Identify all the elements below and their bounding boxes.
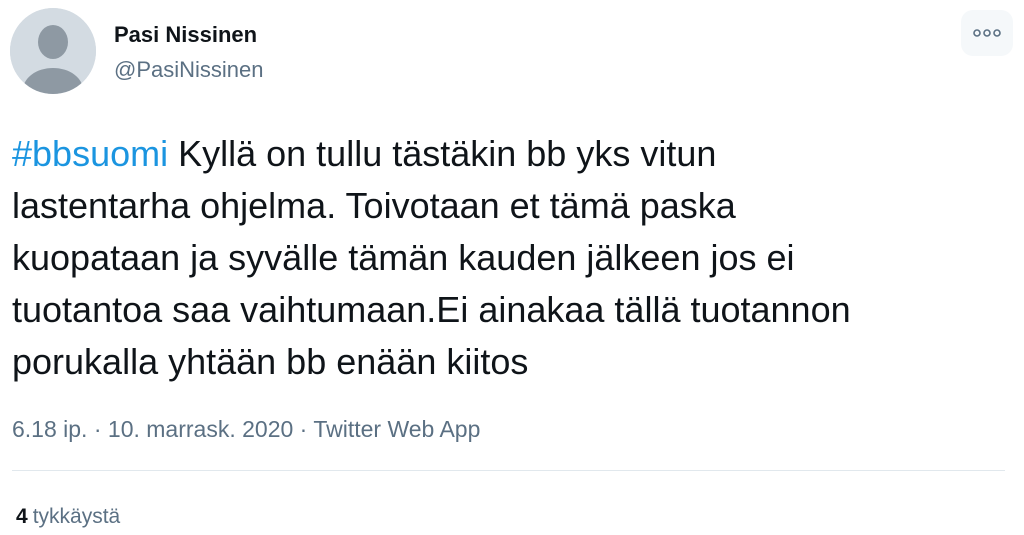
divider: [12, 470, 1005, 471]
tweet-text: #bbsuomi Kyllä on tullu tästäkin bb yks …: [12, 128, 1002, 388]
tweet-source[interactable]: Twitter Web App: [313, 416, 480, 442]
tweet-time[interactable]: 6.18 ip.: [12, 416, 87, 442]
tweet-card: Pasi Nissinen @PasiNissinen #bbsuomi Kyl…: [0, 0, 1024, 535]
hashtag-link[interactable]: #bbsuomi: [12, 133, 168, 174]
meta-separator: ·: [299, 416, 308, 442]
author-name[interactable]: Pasi Nissinen: [114, 21, 257, 49]
tweet-meta: 6.18 ip. · 10. marrask. 2020 · Twitter W…: [12, 413, 480, 445]
tweet-date[interactable]: 10. marrask. 2020: [108, 416, 293, 442]
more-options-button[interactable]: [961, 10, 1013, 56]
likes-count: 4: [16, 505, 28, 528]
author-handle[interactable]: @PasiNissinen: [114, 56, 264, 84]
default-avatar-icon: [10, 8, 96, 94]
likes-stat[interactable]: 4 tykkäystä: [16, 503, 120, 531]
likes-label: tykkäystä: [32, 505, 121, 528]
more-options-icon: [973, 29, 1001, 37]
meta-separator: ·: [93, 416, 102, 442]
avatar[interactable]: [10, 8, 96, 94]
